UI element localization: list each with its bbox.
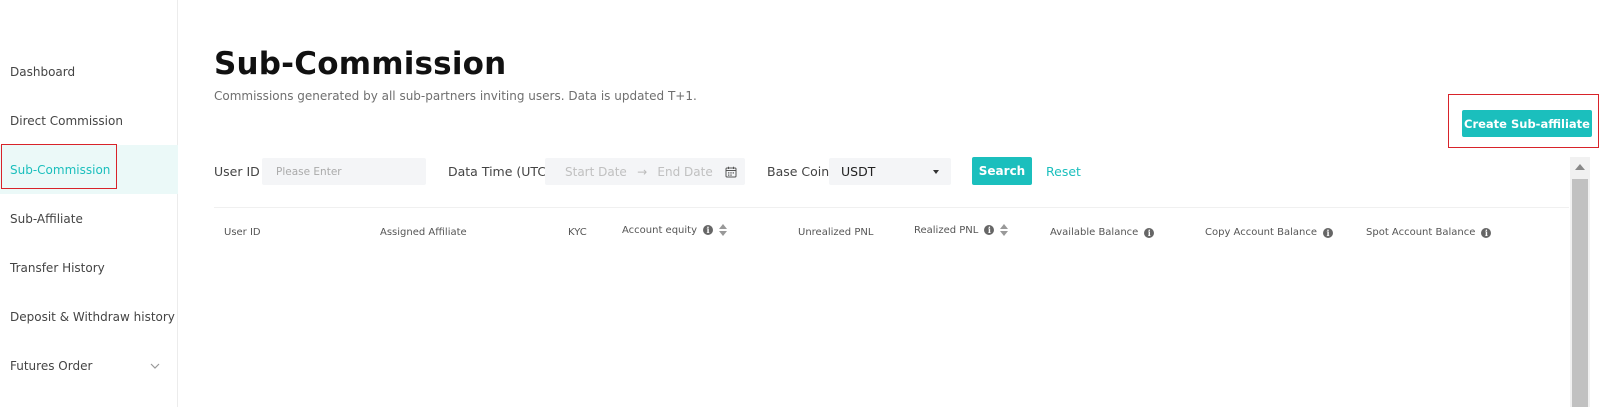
column-header-realized-pnl[interactable]: Realized PNL i: [914, 224, 1009, 236]
info-icon[interactable]: i: [703, 225, 714, 235]
sidebar-item-label: Direct Commission: [10, 113, 123, 128]
column-label: User ID: [224, 227, 261, 238]
base-coin-label: Base Coin: [767, 164, 830, 179]
data-time-label: Data Time (UTC): [448, 164, 551, 179]
column-label: Assigned Affiliate: [380, 227, 467, 238]
column-header-unrealized-pnl: Unrealized PNL: [798, 227, 873, 238]
user-id-placeholder: Please Enter: [276, 165, 342, 178]
caret-down-icon: [933, 170, 939, 174]
column-label: Available Balance: [1050, 227, 1139, 238]
info-icon[interactable]: i: [1322, 227, 1333, 238]
page-title: Sub-Commission: [214, 46, 507, 82]
user-id-label: User ID: [214, 164, 260, 179]
column-label: Copy Account Balance: [1205, 227, 1317, 238]
column-label: Spot Account Balance: [1366, 227, 1476, 238]
column-header-kyc: KYC: [568, 227, 587, 238]
reset-link[interactable]: Reset: [1046, 164, 1081, 179]
info-icon[interactable]: i: [1144, 227, 1155, 238]
search-button[interactable]: Search: [972, 157, 1032, 185]
base-coin-value: USDT: [841, 164, 876, 179]
sidebar-item-direct-commission[interactable]: Direct Commission: [0, 96, 178, 145]
user-id-input[interactable]: Please Enter: [262, 158, 426, 185]
column-label: Account equity: [622, 224, 698, 236]
create-sub-affiliate-button[interactable]: Create Sub-affiliate: [1462, 110, 1592, 137]
column-header-available-balance: Available Balance i: [1050, 227, 1155, 238]
sidebar-item-sub-commission[interactable]: Sub-Commission: [0, 145, 178, 194]
sidebar-item-label: Dashboard: [10, 64, 76, 79]
sidebar: Dashboard Direct Commission Sub-Commissi…: [0, 0, 178, 407]
sidebar-item-futures-order[interactable]: Futures Order: [0, 341, 178, 390]
sidebar-item-label: Futures Order: [10, 358, 93, 373]
column-header-assigned-affiliate: Assigned Affiliate: [380, 227, 467, 238]
sidebar-item-deposit-withdraw-history[interactable]: Deposit & Withdraw history: [0, 292, 178, 341]
info-icon[interactable]: i: [984, 225, 995, 235]
base-coin-select[interactable]: USDT: [829, 158, 951, 185]
sidebar-item-label: Sub-Commission: [10, 162, 111, 177]
info-icon[interactable]: i: [1481, 227, 1492, 238]
column-header-copy-account-balance: Copy Account Balance i: [1205, 227, 1333, 238]
sidebar-item-dashboard[interactable]: Dashboard: [0, 47, 178, 96]
sidebar-item-sub-affiliate[interactable]: Sub-Affiliate: [0, 194, 178, 243]
chevron-down-icon[interactable]: [150, 358, 160, 372]
sidebar-item-label: Deposit & Withdraw history: [10, 309, 175, 324]
table-divider: [214, 207, 1569, 208]
page-subtitle: Commissions generated by all sub-partner…: [214, 89, 697, 103]
sidebar-item-label: Transfer History: [10, 260, 105, 275]
sort-icon[interactable]: [719, 224, 728, 236]
column-header-user-id: User ID: [224, 227, 261, 238]
sort-icon[interactable]: [1000, 224, 1009, 236]
calendar-icon[interactable]: [725, 166, 737, 178]
end-date-input[interactable]: End Date: [657, 165, 712, 179]
date-separator-arrow: →: [637, 164, 648, 179]
sidebar-item-transfer-history[interactable]: Transfer History: [0, 243, 178, 292]
column-label: Unrealized PNL: [798, 227, 874, 238]
scrollbar-thumb[interactable]: [1572, 179, 1588, 407]
start-date-input[interactable]: Start Date: [565, 165, 627, 179]
vertical-scrollbar[interactable]: [1570, 157, 1590, 407]
column-label: KYC: [568, 227, 587, 238]
column-header-spot-account-balance: Spot Account Balance i: [1366, 227, 1492, 238]
sidebar-item-label: Sub-Affiliate: [10, 211, 83, 226]
scroll-up-arrow-icon[interactable]: [1570, 157, 1590, 177]
column-header-account-equity[interactable]: Account equity i: [622, 224, 728, 236]
date-range-picker[interactable]: Start Date → End Date: [545, 158, 745, 185]
column-label: Realized PNL: [914, 224, 979, 236]
